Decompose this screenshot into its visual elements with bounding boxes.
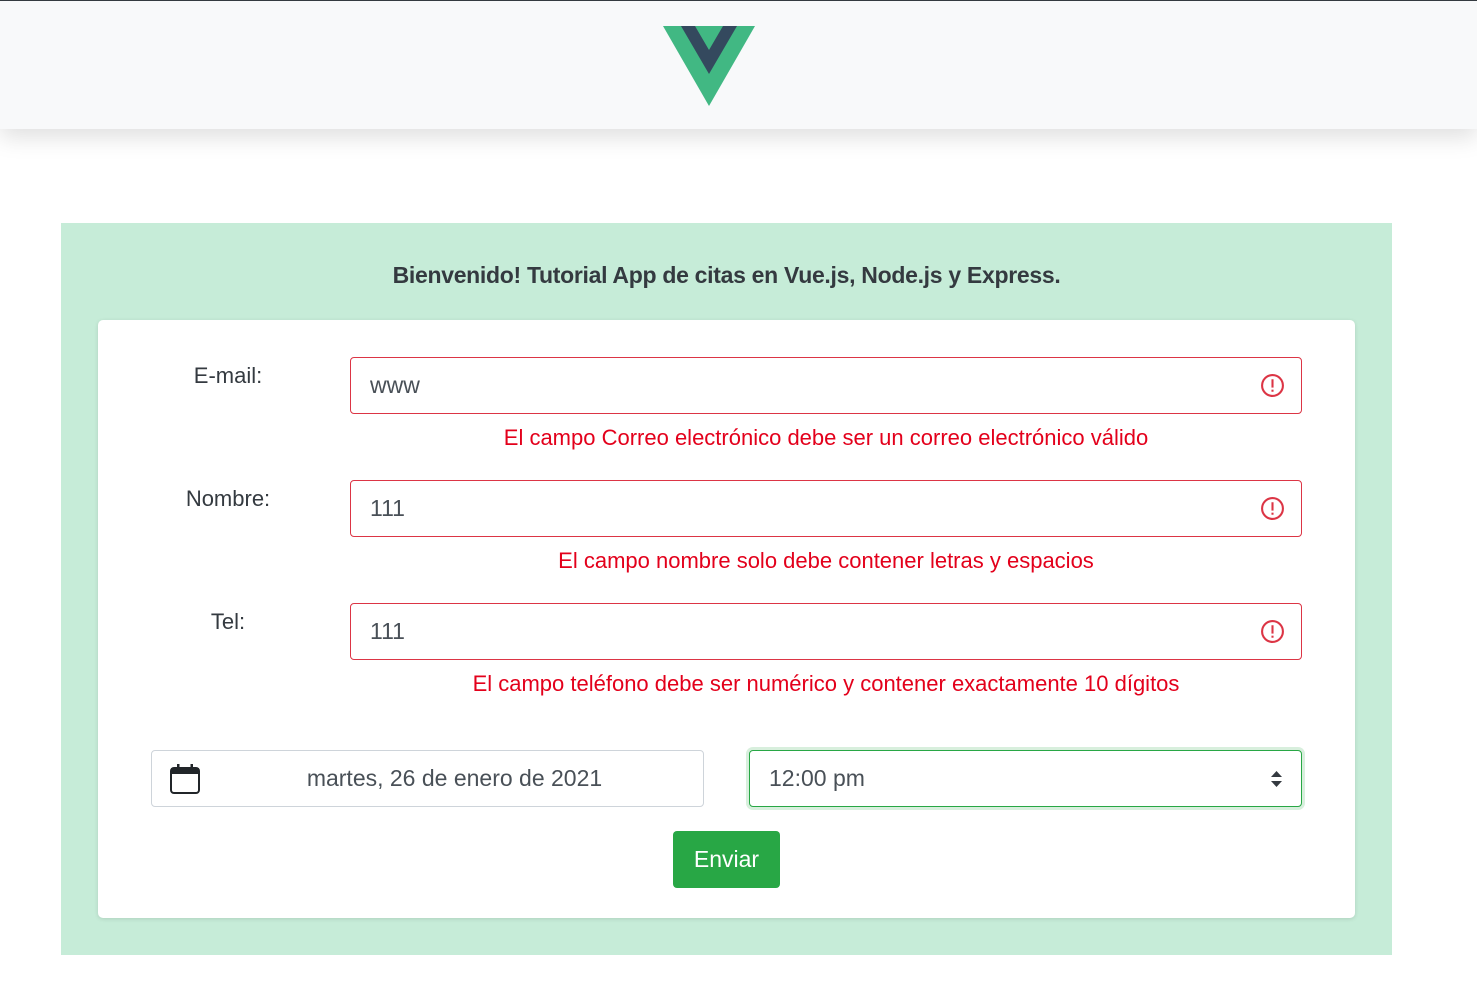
phone-error-message: El campo teléfono debe ser numérico y co… [472, 671, 1180, 696]
date-picker[interactable]: martes, 26 de enero de 2021 [151, 750, 704, 807]
email-field-wrapper [350, 357, 1302, 414]
calendar-icon[interactable] [169, 763, 201, 795]
phone-field-wrapper [350, 603, 1302, 660]
name-error-message: El campo nombre solo debe contener letra… [558, 548, 1094, 573]
sort-arrows-icon [1271, 771, 1282, 787]
exclamation-circle-icon [1261, 497, 1284, 520]
time-value[interactable]: 12:00 pm [769, 751, 865, 806]
date-value[interactable]: martes, 26 de enero de 2021 [212, 751, 697, 806]
exclamation-circle-icon [1261, 374, 1284, 397]
phone-label: Tel: [210, 609, 246, 634]
page-title: Bienvenido! Tutorial App de citas en Vue… [392, 262, 1061, 288]
time-select[interactable]: 12:00 pm [749, 750, 1302, 807]
vue-logo-icon[interactable] [663, 26, 755, 106]
submit-button[interactable]: Enviar [673, 831, 780, 888]
name-field-wrapper [350, 480, 1302, 537]
phone-field[interactable] [351, 604, 1250, 659]
name-label: Nombre: [185, 486, 271, 511]
email-label: E-mail: [193, 363, 263, 388]
name-field[interactable] [351, 481, 1250, 536]
top-navbar [0, 0, 1477, 129]
exclamation-circle-icon [1261, 620, 1284, 643]
email-field[interactable] [351, 358, 1250, 413]
email-error-message: El campo Correo electrónico debe ser un … [503, 425, 1149, 450]
